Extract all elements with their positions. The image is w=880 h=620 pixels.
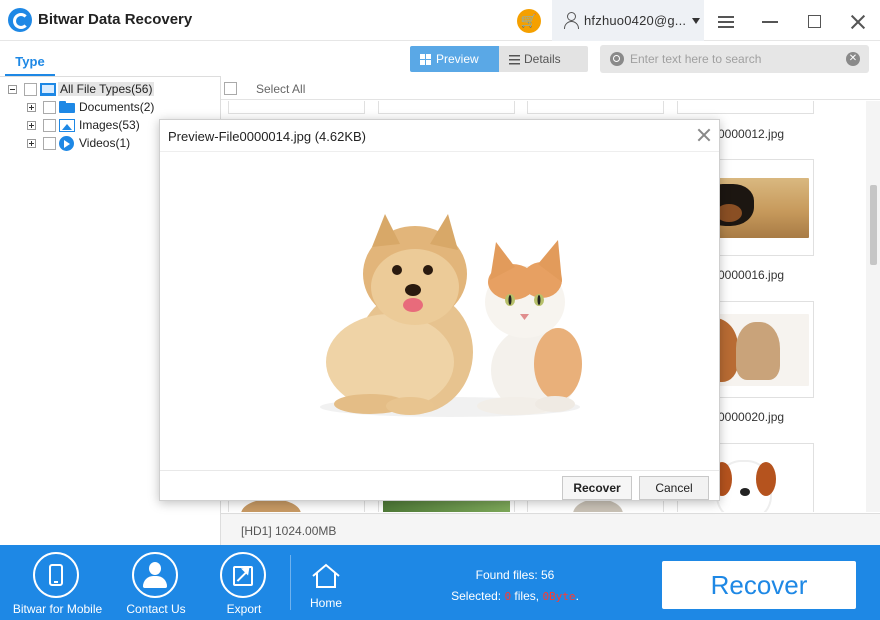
select-all-label: Select All [256, 82, 306, 96]
export-icon [220, 552, 266, 598]
app-window: Bitwar Data Recovery 🛒 hfzhuo0420@g... T… [0, 0, 880, 620]
tree-item-label: Videos(1) [79, 136, 131, 150]
maximize-button[interactable] [805, 12, 825, 32]
image-icon [59, 119, 75, 132]
expand-icon[interactable] [27, 121, 36, 130]
home-icon [312, 563, 340, 588]
details-view-button[interactable]: Details [499, 46, 588, 72]
contact-icon [132, 552, 178, 598]
preview-view-label: Preview [436, 52, 479, 66]
app-title: Bitwar Data Recovery [38, 11, 193, 28]
preview-dialog: Preview-File0000014.jpg (4.62KB) Recover… [159, 119, 720, 501]
recover-button[interactable]: Recover [662, 561, 856, 609]
cart-icon[interactable]: 🛒 [517, 9, 541, 33]
thumbnail-card[interactable] [527, 101, 664, 114]
sidebar-divider [0, 76, 220, 77]
thumbnail-card[interactable] [228, 101, 365, 114]
clear-search-icon[interactable]: ✕ [846, 52, 860, 66]
minimize-button[interactable] [760, 12, 780, 32]
grid-icon [420, 54, 431, 65]
user-account-menu[interactable]: hfzhuo0420@g... [552, 0, 704, 41]
bottom-nav-label: Export [226, 602, 262, 616]
bottom-divider [290, 555, 291, 610]
thumbnail-scrollbar[interactable] [866, 101, 880, 512]
checkbox[interactable] [43, 101, 56, 114]
bottom-bar: Bitwar for Mobile Contact Us Export Home [0, 545, 880, 620]
thumbnail-filename: 0000020.jpg [718, 410, 785, 424]
folder-icon [59, 101, 75, 113]
search-icon [610, 52, 624, 66]
bottom-nav-label: Home [309, 596, 342, 610]
selected-mid: files, [511, 589, 543, 603]
video-icon [59, 136, 74, 151]
export-button[interactable]: Export [199, 545, 289, 620]
thumbnail-card[interactable] [378, 101, 515, 114]
tree-item-label: Documents(2) [79, 100, 155, 114]
bottom-nav-label: Bitwar for Mobile [12, 602, 103, 616]
thumbnail-filename: 0000016.jpg [718, 268, 785, 282]
details-view-label: Details [524, 52, 561, 66]
dialog-close-icon[interactable] [697, 128, 711, 142]
selected-suffix: . [575, 589, 579, 603]
selected-summary: Selected: 0 files, 0Byte. [400, 589, 630, 603]
close-button[interactable] [848, 12, 868, 32]
tab-type[interactable]: Type [5, 53, 55, 76]
found-files-count: Found files: 56 [475, 568, 555, 582]
disk-info: [HD1] 1024.00MB [241, 524, 337, 538]
preview-view-button[interactable]: Preview [410, 46, 499, 72]
dialog-recover-button[interactable]: Recover [562, 476, 632, 500]
dialog-title: Preview-File0000014.jpg (4.62KB) [168, 129, 366, 144]
tree-item-all-file-types[interactable]: All File Types(56) [6, 80, 218, 98]
computer-icon [40, 83, 56, 96]
list-icon [509, 54, 520, 65]
menu-button[interactable] [716, 12, 736, 32]
selected-prefix: Selected: [451, 589, 505, 603]
select-all-checkbox[interactable] [224, 82, 237, 95]
title-bar: Bitwar Data Recovery 🛒 hfzhuo0420@g... [0, 0, 880, 41]
contact-us-button[interactable]: Contact Us [111, 545, 201, 620]
expand-icon[interactable] [27, 103, 36, 112]
expand-icon[interactable] [27, 139, 36, 148]
checkbox[interactable] [43, 119, 56, 132]
caret-down-icon [692, 18, 700, 24]
search-box: ✕ [600, 45, 869, 73]
dialog-cancel-button[interactable]: Cancel [639, 476, 709, 500]
tree-item-label: All File Types(56) [58, 82, 155, 96]
collapse-icon[interactable] [8, 85, 17, 94]
scrollbar-thumb[interactable] [870, 185, 877, 265]
select-all-bar: Select All [221, 76, 880, 100]
home-button[interactable]: Home [297, 545, 355, 620]
thumbnail-filename: 0000012.jpg [718, 127, 785, 141]
thumbnail-card[interactable] [677, 101, 814, 114]
mobile-icon [33, 552, 79, 598]
user-icon [562, 11, 580, 29]
disk-info-bar: [HD1] 1024.00MB [221, 513, 880, 545]
tree-item-documents[interactable]: Documents(2) [6, 98, 218, 116]
checkbox[interactable] [43, 137, 56, 150]
app-logo-icon [8, 8, 32, 32]
username: hfzhuo0420@g... [584, 13, 687, 28]
view-toggle: Preview Details [410, 46, 588, 72]
checkbox[interactable] [24, 83, 37, 96]
preview-image [320, 214, 582, 417]
search-input[interactable] [630, 50, 840, 68]
preview-image-area [160, 152, 719, 470]
bitwar-for-mobile-button[interactable]: Bitwar for Mobile [10, 545, 105, 620]
dialog-footer: Recover Cancel [160, 470, 719, 500]
tree-item-label: Images(53) [79, 118, 140, 132]
selected-size: 0Byte [542, 590, 576, 603]
bottom-nav-label: Contact Us [126, 602, 186, 616]
